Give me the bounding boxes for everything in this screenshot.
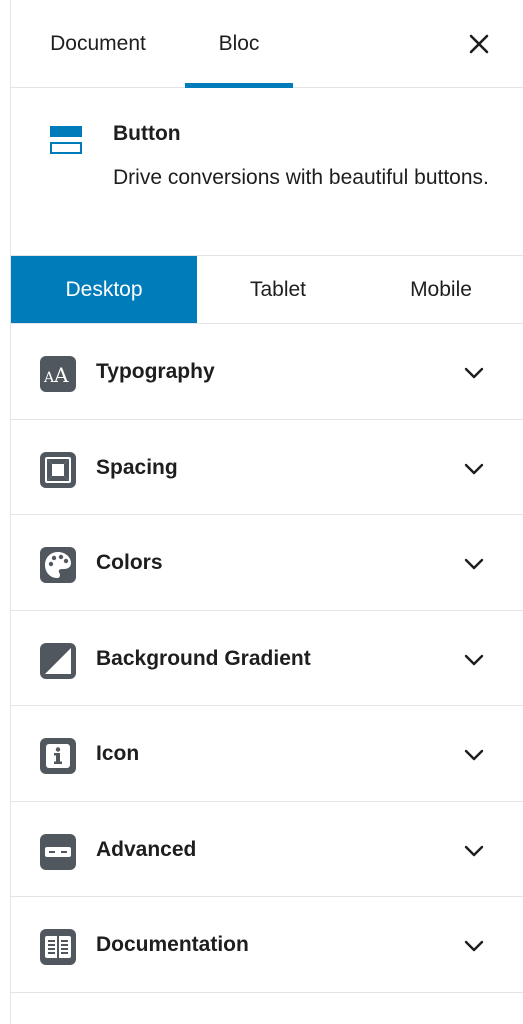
chevron-down-icon [463,553,485,575]
chevron-down-icon [463,744,485,766]
gradient-icon [40,642,76,679]
block-inspector-panel: Document Bloc Button Drive conversions w… [10,0,523,1024]
device-tab-desktop[interactable]: Desktop [11,256,197,323]
panel-spacing[interactable]: Spacing [11,420,523,515]
tab-document[interactable]: Document [11,0,185,88]
panel-colors[interactable]: Colors [11,515,523,611]
panel-documentation[interactable]: Documentation [11,897,523,993]
block-description: Drive conversions with beautiful buttons… [113,166,489,189]
chevron-down-icon [463,458,485,480]
sidebar-header: Document Bloc [11,0,523,88]
chevron-down-icon [463,649,485,671]
panel-label: Spacing [96,455,178,479]
panel-label: Advanced [96,837,197,861]
panel-label: Documentation [96,933,249,956]
block-title: Button [113,122,181,145]
tab-bloc[interactable]: Bloc [185,0,293,88]
panel-label: Colors [96,551,163,574]
chevron-down-icon [463,935,485,957]
documentation-icon [40,929,76,965]
close-icon[interactable] [465,30,493,58]
spacing-icon [40,451,76,488]
info-icon [40,738,76,774]
palette-icon [40,547,76,583]
chevron-down-icon [463,362,485,384]
typography-icon: A A [40,356,76,392]
device-tab-mobile[interactable]: Mobile [359,256,523,323]
panel-label: Background Gradient [96,646,311,670]
device-tabs: Desktop Tablet Mobile [11,256,523,324]
device-tab-tablet[interactable]: Tablet [197,256,359,323]
advanced-icon [40,833,76,870]
panel-background-gradient[interactable]: Background Gradient [11,611,523,706]
button-block-icon [49,124,83,163]
panel-label: Typography [96,360,215,383]
panel-label: Icon [96,742,140,765]
panel-advanced[interactable]: Advanced [11,802,523,897]
panel-icon[interactable]: Icon [11,706,523,802]
block-card: Button Drive conversions with beautiful … [11,88,523,256]
svg-text:A: A [53,363,69,387]
panel-typography[interactable]: A A Typography [11,324,523,420]
chevron-down-icon [463,840,485,862]
